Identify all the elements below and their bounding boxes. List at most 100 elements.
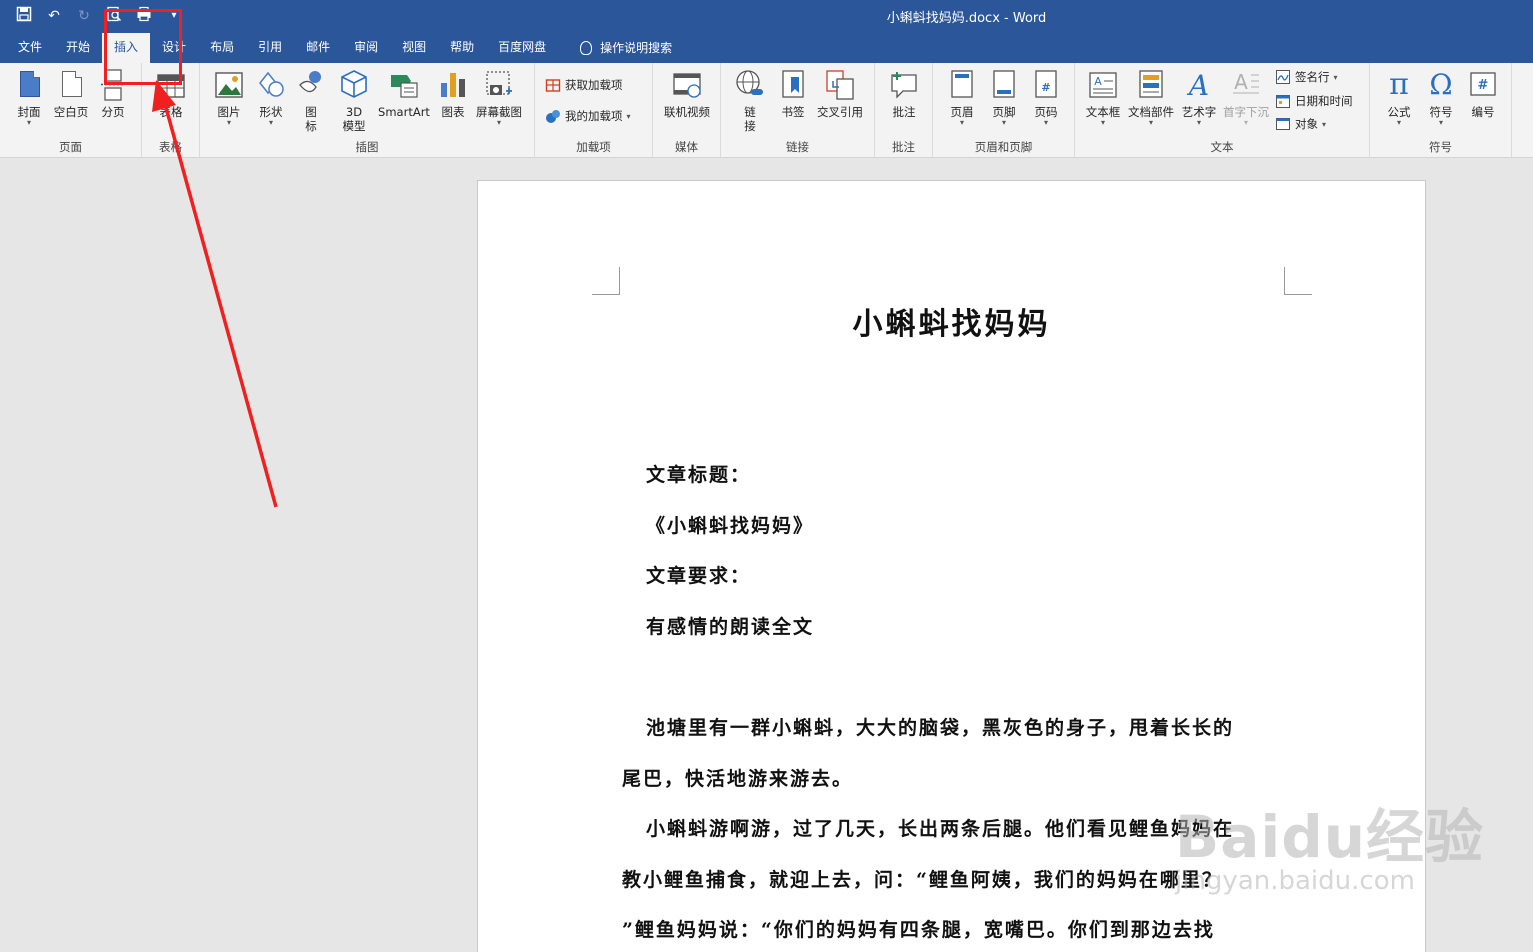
group-comments-label: 批注 (892, 140, 915, 154)
blank-page-button[interactable]: 空白页 (51, 69, 91, 119)
shapes-button[interactable]: 形状 ▾ (254, 69, 288, 127)
symbol-button[interactable]: Ω 符号 ▾ (1424, 69, 1458, 127)
my-addins-label: 我的加载项 (565, 109, 623, 123)
my-addins-button[interactable]: 我的加载项 ▾ (545, 108, 631, 124)
header-icon (947, 69, 977, 101)
chart-label: 图表 (441, 105, 465, 119)
tell-me-search[interactable]: 操作说明搜索 (558, 33, 684, 63)
doc-paragraph[interactable]: 池塘里有一群小蝌蚪，大大的脑袋，黑灰色的身子，甩着长长的 (646, 713, 1234, 740)
store-icon (545, 77, 561, 93)
cross-reference-label: 交叉引用 (817, 105, 863, 119)
tab-baidu-netdisk[interactable]: 百度网盘 (486, 33, 558, 63)
smartart-button[interactable]: SmartArt (376, 69, 432, 119)
link-button[interactable]: 链接 (733, 69, 767, 133)
doc-paragraph[interactable]: ”鲤鱼妈妈说：“你们的妈妈有四条腿，宽嘴巴。你们到那边去找 (622, 915, 1215, 942)
text-box-label: 文本框 (1085, 105, 1121, 119)
cross-reference-button[interactable]: 交叉引用 (813, 69, 867, 119)
object-label: 对象 (1295, 117, 1318, 131)
tab-view[interactable]: 视图 (390, 33, 438, 63)
ribbon-tabs: 文件 开始 插入 设计 布局 引用 邮件 审阅 视图 帮助 百度网盘 操作说明搜… (0, 33, 1533, 63)
pictures-button[interactable]: 图片 ▾ (212, 69, 246, 127)
icons-label-line1: 图 (305, 105, 317, 119)
bookmark-button[interactable]: 书签 (777, 69, 809, 119)
page-number-button[interactable]: # 页码 ▾ (1029, 69, 1063, 127)
object-dropdown-icon: ▾ (1322, 119, 1327, 129)
group-comments: 批注 批注 (875, 63, 933, 158)
date-time-button[interactable]: 日期和时间 (1275, 93, 1353, 109)
equation-label: 公式 (1387, 105, 1411, 119)
wordart-label: 艺术字 (1181, 105, 1217, 119)
object-button[interactable]: 对象 ▾ (1275, 116, 1326, 132)
tab-mailings[interactable]: 邮件 (294, 33, 342, 63)
group-illustrations-label: 插图 (355, 140, 379, 154)
tab-file[interactable]: 文件 (6, 33, 54, 63)
signature-line-button[interactable]: 签名行 ▾ (1275, 69, 1338, 85)
equation-button[interactable]: π 公式 ▾ (1382, 69, 1416, 127)
pi-icon: π (1389, 67, 1409, 102)
number-label: 编号 (1471, 105, 1495, 119)
date-time-label: 日期和时间 (1295, 94, 1353, 108)
get-addins-button[interactable]: 获取加载项 (545, 77, 623, 93)
bar-chart-icon (438, 69, 468, 101)
footer-button[interactable]: 页脚 ▾ (987, 69, 1021, 127)
cross-reference-icon (825, 69, 855, 101)
lightbulb-icon (580, 41, 593, 55)
table-label: 表格 (159, 105, 183, 119)
new-comment-button[interactable]: 批注 (887, 69, 921, 119)
drop-cap-button[interactable]: A 首字下沉 ▾ (1221, 69, 1271, 127)
tab-home[interactable]: 开始 (54, 33, 102, 63)
tab-layout[interactable]: 布局 (198, 33, 246, 63)
globe-link-icon (735, 69, 765, 101)
page-number-label: 页码 (1034, 105, 1058, 119)
header-button[interactable]: 页眉 ▾ (945, 69, 979, 127)
online-video-button[interactable]: 联机视频 (659, 69, 715, 119)
tab-references[interactable]: 引用 (246, 33, 294, 63)
doc-paragraph[interactable]: 文章要求： (646, 561, 751, 588)
baidu-watermark: Baidu经验 jingyan.baidu.com (1175, 790, 1484, 896)
footer-icon (989, 69, 1019, 101)
group-header-footer-label: 页眉和页脚 (974, 140, 1033, 154)
svg-text:A: A (1234, 70, 1248, 94)
doc-paragraph[interactable]: 《小蝌蚪找妈妈》 (646, 511, 814, 538)
ribbon-insert: 封面 ▾ 空白页 分页 页面 表格 表格 图片 ▾ 形状 ▾ 图 标 3D 模型… (0, 63, 1533, 158)
cover-page-label: 封面 (17, 105, 41, 119)
screenshot-button[interactable]: 屏幕截图 ▾ (473, 69, 525, 127)
doc-paragraph[interactable]: 小蝌蚪游啊游，过了几天，长出两条后腿。他们看见鲤鱼妈妈在 (646, 814, 1234, 841)
doc-paragraph[interactable]: 有感情的朗读全文 (646, 612, 814, 639)
calendar-icon (1275, 93, 1291, 109)
my-addins-dropdown-icon: ▾ (626, 111, 631, 121)
bookmark-label: 书签 (781, 105, 805, 119)
cover-page-button[interactable]: 封面 ▾ (12, 69, 46, 127)
shapes-label: 形状 (259, 105, 283, 119)
3d-models-label-line1: 3D (345, 105, 363, 119)
chart-button[interactable]: 图表 (437, 69, 469, 119)
quick-parts-button[interactable]: 文档部件 ▾ (1126, 69, 1176, 127)
icons-button[interactable]: 图标 (296, 69, 326, 133)
group-text-label: 文本 (1210, 140, 1234, 154)
bookmark-icon (778, 69, 808, 101)
group-links: 链接 书签 交叉引用 链接 (721, 63, 875, 158)
online-video-label: 联机视频 (664, 105, 710, 119)
3d-models-button[interactable]: 3D 模型 (337, 69, 371, 133)
drop-cap-label: 首字下沉 (1223, 105, 1269, 119)
text-box-button[interactable]: A 文本框 ▾ (1083, 69, 1123, 127)
doc-paragraph[interactable]: 文章标题： (646, 460, 751, 487)
smartart-label: SmartArt (378, 105, 430, 119)
doc-paragraph[interactable]: 尾巴，快活地游来游去。 (622, 764, 853, 791)
wordart-button[interactable]: A 艺术字 ▾ (1179, 69, 1219, 127)
cover-page-icon (14, 69, 44, 101)
quick-parts-label: 文档部件 (1128, 105, 1174, 119)
tab-help[interactable]: 帮助 (438, 33, 486, 63)
tab-review[interactable]: 审阅 (342, 33, 390, 63)
doc-paragraph[interactable]: 教小鲤鱼捕食，就迎上去，问：“鲤鱼阿姨，我们的妈妈在哪里？ (622, 865, 1223, 892)
group-addins-label: 加载项 (576, 140, 611, 154)
page-break-label: 分页 (101, 105, 125, 119)
new-comment-label: 批注 (892, 105, 916, 119)
svg-text:#: # (1041, 81, 1050, 94)
link-label-line2: 接 (744, 119, 756, 133)
number-button[interactable]: # 编号 (1466, 69, 1500, 119)
quick-parts-icon (1136, 69, 1166, 101)
document-title[interactable]: 小蝌蚪找妈妈 (478, 299, 1425, 343)
group-pages-label: 页面 (59, 140, 82, 154)
footer-label: 页脚 (992, 105, 1016, 119)
